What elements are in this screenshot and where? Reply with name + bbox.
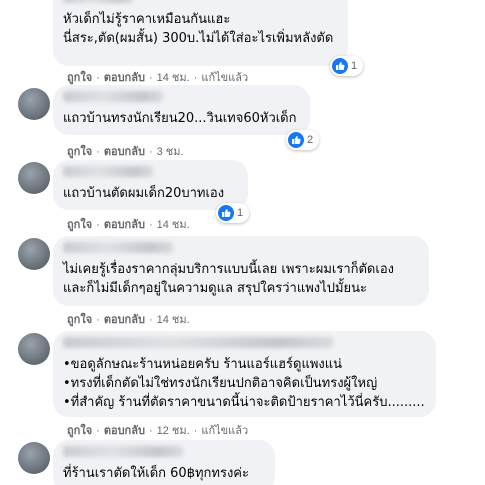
comment-bubble: ไม่เคยรู้เรื่องราคากลุ่มบริการแบบนี้เลย … bbox=[53, 236, 429, 306]
comment-actions: ถูกใจ · ตอบกลับ · 12 ชม. · แก้ไขแล้ว bbox=[67, 425, 249, 437]
commenter-name-blurred[interactable] bbox=[63, 242, 173, 253]
comment-text-line: แถวบ้านตัดผมเด็ก20บาทเอง bbox=[63, 186, 225, 201]
reaction-count[interactable]: 1 bbox=[330, 56, 364, 76]
commenter-name-blurred[interactable] bbox=[63, 166, 153, 177]
comment-actions: ถูกใจ · ตอบกลับ · 14 ชม. bbox=[67, 314, 190, 326]
like-link[interactable]: ถูกใจ bbox=[67, 314, 92, 326]
comment-bubble: •ขอดูลักษณะร้านหน่อยครับ ร้านแอร์แฮร์ดูแ… bbox=[53, 331, 436, 417]
comment-bubble: แถวบ้านทรงนักเรียน20...วินเทจ60หัวเด็ก bbox=[53, 85, 310, 135]
reaction-count-number: 1 bbox=[237, 207, 244, 219]
reply-link[interactable]: ตอบกลับ bbox=[104, 146, 145, 158]
comment-actions: ถูกใจ · ตอบกลับ · 14 ชม. bbox=[67, 219, 190, 231]
avatar[interactable] bbox=[18, 88, 50, 120]
timestamp[interactable]: 3 ชม. bbox=[157, 146, 184, 158]
edited-label[interactable]: แก้ไขแล้ว bbox=[201, 425, 248, 437]
comment-text-line: หัวเด็กไม่รู้ราคาเหมือนกันแฮะ bbox=[63, 12, 231, 27]
reaction-count[interactable]: 2 bbox=[286, 130, 320, 150]
avatar[interactable] bbox=[18, 333, 50, 365]
avatar[interactable] bbox=[18, 442, 50, 474]
comment-text-line: ที่ร้านเราตัดให้เด็ก 60฿ทุกทรงค่ะ bbox=[63, 466, 249, 481]
reply-link[interactable]: ตอบกลับ bbox=[104, 425, 145, 437]
reply-link[interactable]: ตอบกลับ bbox=[104, 219, 145, 231]
comment-actions: ถูกใจ · ตอบกลับ · 14 ชม. · แก้ไขแล้ว bbox=[67, 72, 249, 84]
comment-text-line: •ขอดูลักษณะร้านหน่อยครับ ร้านแอร์แฮร์ดูแ… bbox=[63, 357, 343, 372]
comment-bubble: แถวบ้านตัดผมเด็ก20บาทเอง bbox=[53, 160, 248, 210]
comment-text-line: และก็ไม่มีเด็กๆอยู่ในความดูแล สรุปใครว่า… bbox=[63, 281, 367, 296]
commenter-name-blurred[interactable] bbox=[63, 91, 163, 102]
reaction-count-number: 1 bbox=[351, 60, 358, 72]
edited-label[interactable]: แก้ไขแล้ว bbox=[201, 72, 248, 84]
thumbs-up-icon bbox=[332, 58, 348, 74]
like-link[interactable]: ถูกใจ bbox=[67, 146, 92, 158]
commenter-name-blurred[interactable] bbox=[63, 446, 183, 457]
like-link[interactable]: ถูกใจ bbox=[67, 425, 92, 437]
timestamp[interactable]: 12 ชม. bbox=[157, 425, 190, 437]
timestamp[interactable]: 14 ชม. bbox=[157, 314, 190, 326]
timestamp[interactable]: 14 ชม. bbox=[157, 72, 190, 84]
comment-text-line: แถวบ้านทรงนักเรียน20...วินเทจ60หัวเด็ก bbox=[63, 111, 297, 126]
comment-text-line: •ทรงที่เด็กตัดไม่ใช่ทรงนักเรียนปกติอาจคิ… bbox=[63, 376, 378, 391]
avatar[interactable] bbox=[18, 238, 50, 270]
comment-thread: หัวเด็กไม่รู้ราคาเหมือนกันแฮะ นี่สระ,ตัด… bbox=[0, 0, 485, 485]
timestamp[interactable]: 14 ชม. bbox=[157, 219, 190, 231]
thumbs-up-icon bbox=[288, 132, 304, 148]
like-link[interactable]: ถูกใจ bbox=[67, 72, 92, 84]
reaction-count[interactable]: 1 bbox=[216, 203, 250, 223]
comment-bubble: หัวเด็กไม่รู้ราคาเหมือนกันแฮะ นี่สระ,ตัด… bbox=[53, 0, 348, 66]
reply-link[interactable]: ตอบกลับ bbox=[104, 72, 145, 84]
commenter-name-blurred[interactable] bbox=[63, 0, 133, 3]
thumbs-up-icon bbox=[218, 205, 234, 221]
comment-bubble: ที่ร้านเราตัดให้เด็ก 60฿ทุกทรงค่ะ bbox=[53, 440, 275, 485]
like-link[interactable]: ถูกใจ bbox=[67, 219, 92, 231]
comment-text-line: ไม่เคยรู้เรื่องราคากลุ่มบริการแบบนี้เลย … bbox=[63, 262, 394, 277]
commenter-name-blurred[interactable] bbox=[63, 337, 333, 348]
comment-actions: ถูกใจ · ตอบกลับ · 3 ชม. bbox=[67, 146, 184, 158]
reaction-count-number: 2 bbox=[307, 134, 314, 146]
comment-text-line: •ที่สำคัญ ร้านที่ตัดราคาขนาดนี้น่าจะติดป… bbox=[63, 395, 425, 410]
avatar[interactable] bbox=[18, 162, 50, 194]
comment-text-line: นี่สระ,ตัด(ผมสั้น) 300บ.ไม่ได้ใส่อะไรเพิ… bbox=[63, 31, 334, 46]
reply-link[interactable]: ตอบกลับ bbox=[104, 314, 145, 326]
